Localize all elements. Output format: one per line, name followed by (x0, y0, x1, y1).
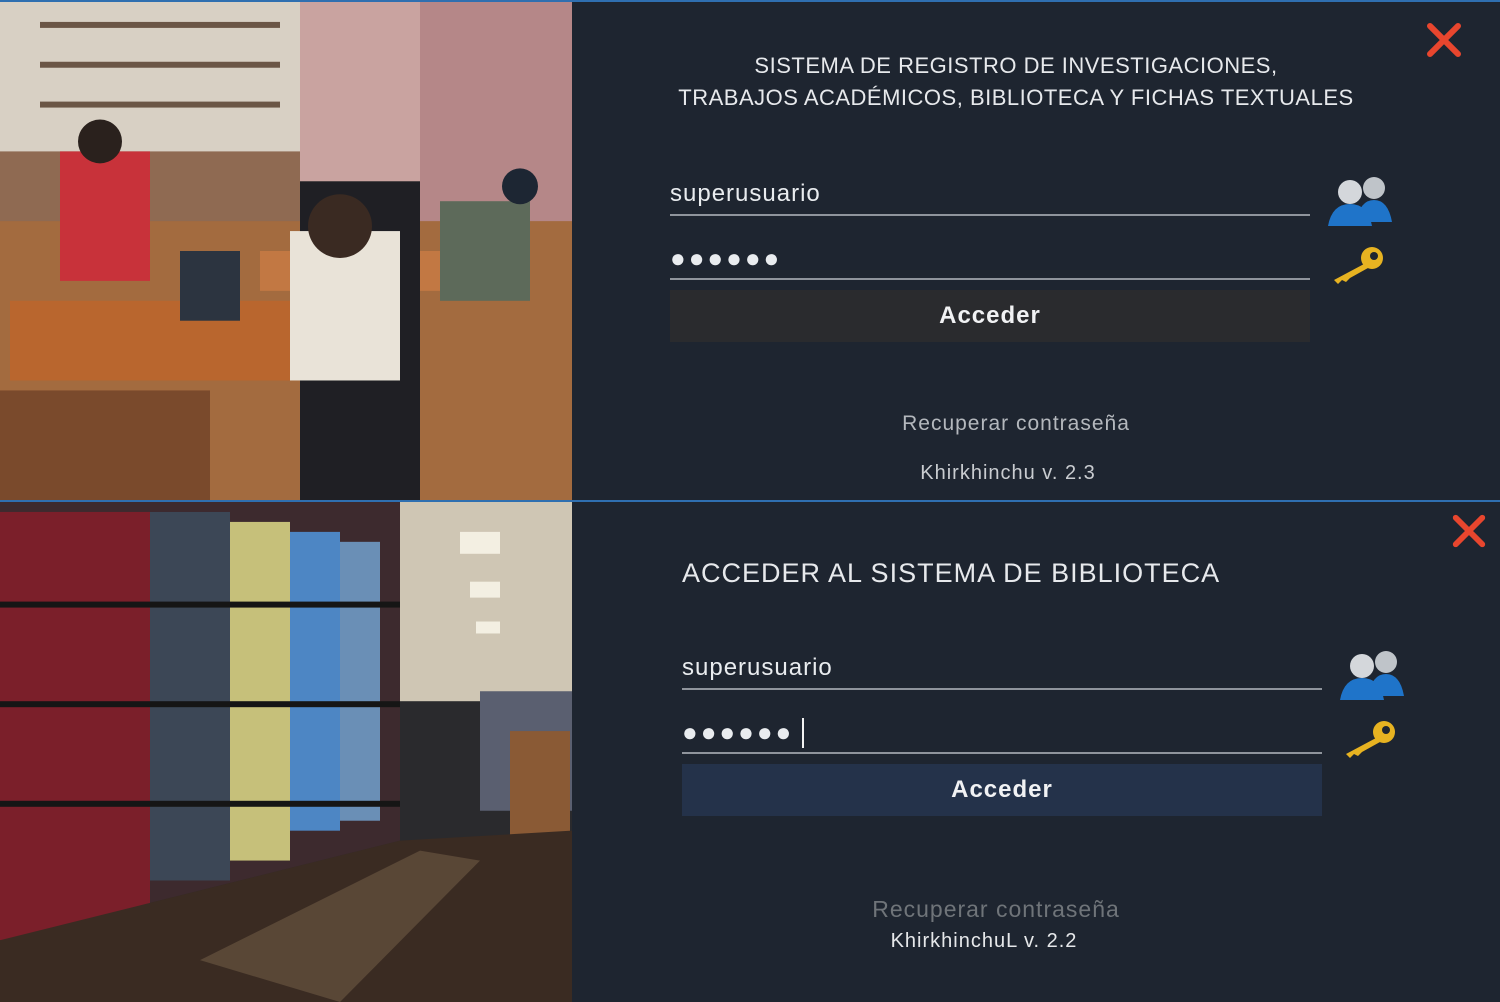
version-label: Khirkhinchu v. 2.3 (920, 462, 1096, 484)
key-icon (1328, 244, 1388, 289)
password-field[interactable] (682, 712, 1322, 754)
login-window-bottom: ACCEDER AL SISTEMA DE BIBLIOTECA Acceder (0, 500, 1500, 1002)
recover-password-link[interactable]: Recuperar contraseña (816, 412, 1216, 436)
library-reading-room-photo (0, 2, 572, 500)
key-icon (1340, 718, 1400, 763)
username-field[interactable] (682, 648, 1322, 690)
login-panel-top: SISTEMA DE REGISTRO DE INVESTIGACIONES, … (572, 2, 1500, 500)
password-field[interactable] (670, 238, 1310, 280)
submit-button[interactable]: Acceder (682, 764, 1322, 816)
submit-button[interactable]: Acceder (670, 290, 1310, 342)
username-input[interactable] (682, 648, 1322, 688)
username-field[interactable] (670, 174, 1310, 216)
users-icon (1334, 648, 1410, 705)
page-title: SISTEMA DE REGISTRO DE INVESTIGACIONES, … (572, 50, 1460, 114)
title-line-1: SISTEMA DE REGISTRO DE INVESTIGACIONES, (754, 53, 1278, 78)
page-title: ACCEDER AL SISTEMA DE BIBLIOTECA (682, 558, 1221, 588)
users-icon (1322, 174, 1398, 231)
recover-password-link[interactable]: Recuperar contraseña (796, 896, 1196, 923)
close-icon[interactable] (1450, 512, 1488, 550)
text-caret (802, 718, 804, 748)
login-window-top: SISTEMA DE REGISTRO DE INVESTIGACIONES, … (0, 0, 1500, 500)
login-panel-bottom: ACCEDER AL SISTEMA DE BIBLIOTECA Acceder (572, 502, 1500, 1002)
username-input[interactable] (670, 174, 1310, 214)
title-line-2: TRABAJOS ACADÉMICOS, BIBLIOTECA Y FICHAS… (678, 85, 1354, 110)
version-label: KhirkhinchuL v. 2.2 (890, 930, 1078, 952)
library-stacks-photo (0, 502, 572, 1002)
password-input[interactable] (682, 712, 1322, 752)
password-input[interactable] (670, 238, 1310, 278)
